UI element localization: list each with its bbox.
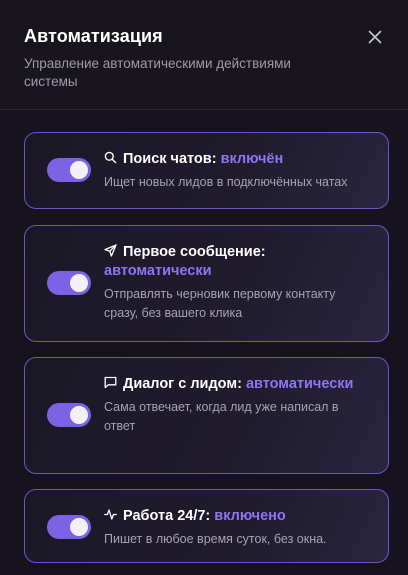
- close-button[interactable]: [368, 30, 382, 44]
- first-message-toggle[interactable]: [47, 271, 91, 295]
- toggle-knob: [70, 274, 88, 292]
- card-label: Поиск чатов:: [123, 151, 217, 167]
- panel-header: Автоматизация Управление автоматическими…: [0, 0, 408, 110]
- card-label: Диалог с лидом:: [123, 376, 242, 392]
- card-heading: Поиск чатов: включён: [104, 150, 370, 169]
- card-state: включён: [220, 151, 284, 167]
- activity-icon: [104, 509, 117, 520]
- lead-dialog-toggle[interactable]: [47, 403, 91, 427]
- card-description: Отправлять черновик первому контакту сра…: [104, 287, 336, 320]
- automation-card-chat-search: Поиск чатов: включён Ищет новых лидов в …: [24, 132, 389, 209]
- chat-search-toggle[interactable]: [47, 158, 91, 182]
- toggle-knob: [70, 161, 88, 179]
- search-icon: [104, 151, 117, 164]
- card-content: Первое сообщение: автоматически Отправля…: [104, 243, 370, 323]
- card-content: Диалог с лидом: автоматически Сама отвеч…: [104, 375, 370, 436]
- card-state: автоматически: [245, 376, 354, 392]
- panel-title: Автоматизация: [24, 26, 163, 46]
- toggle-knob: [70, 406, 88, 424]
- panel-subtitle: Управление автоматическими действиями си…: [24, 56, 291, 89]
- card-label: Работа 24/7:: [123, 508, 211, 524]
- toggle-knob: [70, 518, 88, 536]
- card-heading: Диалог с лидом: автоматически: [104, 375, 370, 394]
- card-description: Ищет новых лидов в подключённых чатах: [104, 175, 348, 189]
- card-content: Поиск чатов: включён Ищет новых лидов в …: [104, 150, 370, 192]
- card-heading: Первое сообщение: автоматически: [104, 243, 370, 281]
- send-icon: [104, 244, 117, 257]
- message-square-icon: [104, 376, 117, 389]
- card-state: автоматически: [104, 263, 212, 279]
- work-24-7-toggle[interactable]: [47, 515, 91, 539]
- automation-card-first-message: Первое сообщение: автоматически Отправля…: [24, 225, 389, 342]
- automation-card-work-24-7: Работа 24/7: включено Пишет в любое врем…: [24, 489, 389, 563]
- card-label: Первое сообщение:: [123, 244, 266, 260]
- card-content: Работа 24/7: включено Пишет в любое врем…: [104, 507, 370, 549]
- close-icon: [368, 30, 382, 44]
- card-heading: Работа 24/7: включено: [104, 507, 370, 526]
- automation-panel: Автоматизация Управление автоматическими…: [0, 0, 408, 575]
- card-state: включено: [214, 508, 286, 524]
- card-description: Пишет в любое время суток, без окна.: [104, 532, 327, 546]
- card-description: Сама отвечает, когда лид уже написал в о…: [104, 400, 339, 433]
- automation-card-lead-dialog: Диалог с лидом: автоматически Сама отвеч…: [24, 357, 389, 474]
